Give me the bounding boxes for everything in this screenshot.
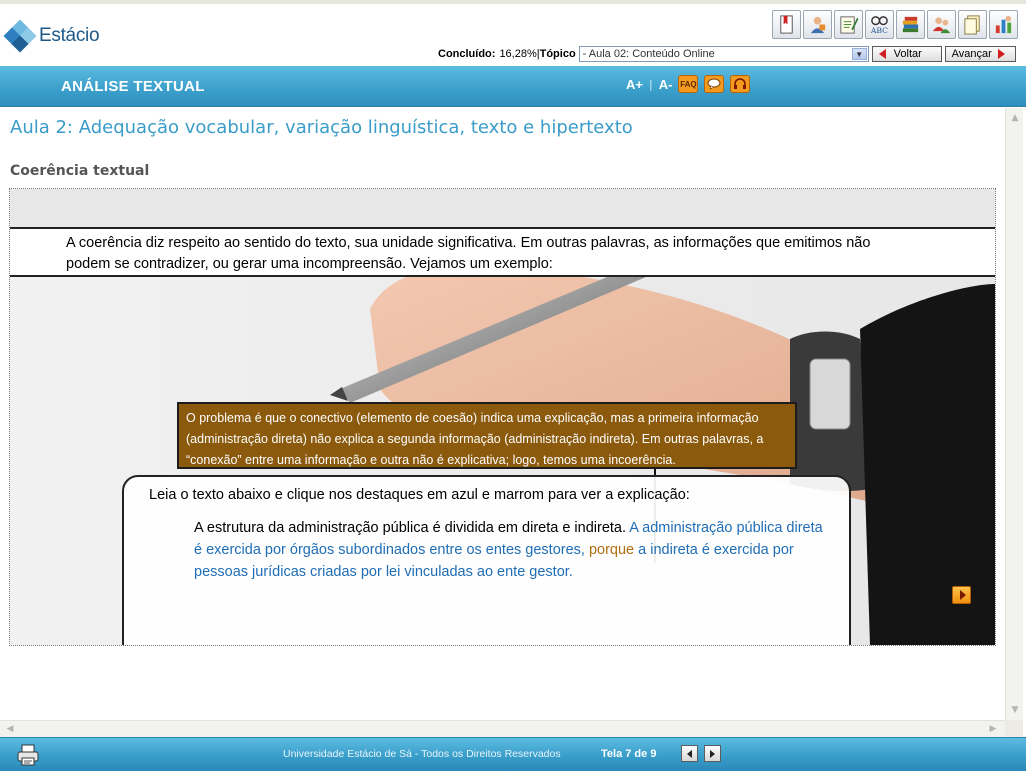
example-plain-text: A estrutura da administração pública é d… — [194, 520, 630, 536]
next-button-label: Avançar — [951, 48, 992, 60]
course-title: ANÁLISE TEXTUAL — [61, 78, 205, 95]
prev-arrow-icon — [687, 749, 692, 758]
intro-box: A coerência diz respeito ao sentido do t… — [10, 227, 995, 277]
example-panel: Leia o texto abaixo e clique nos destaqu… — [122, 475, 851, 645]
svg-text:ABC: ABC — [870, 26, 888, 35]
next-step-button[interactable] — [952, 586, 971, 604]
chevron-down-icon[interactable]: ▼ — [851, 48, 867, 60]
glossary-icon[interactable]: ABC — [865, 10, 894, 39]
previous-screen-button[interactable] — [681, 745, 698, 762]
top-header: Estácio ABC Concluído: 16,28% | Tópico -… — [0, 0, 1026, 66]
chat-icon[interactable] — [704, 75, 725, 93]
documents-icon[interactable] — [958, 10, 987, 39]
next-screen-button[interactable] — [704, 745, 721, 762]
font-increase-button[interactable]: A+ — [626, 77, 643, 92]
notes-icon[interactable] — [834, 10, 863, 39]
vertical-scrollbar[interactable]: ▲ ▼ — [1005, 108, 1023, 720]
library-icon[interactable] — [896, 10, 925, 39]
topic-select[interactable]: - Aula 02: Conteúdo Online ▼ — [578, 46, 869, 62]
screen-counter: Tela 7 de 9 — [601, 748, 657, 760]
next-button[interactable]: Avançar — [944, 46, 1016, 62]
accessibility-tools: A+ | A- FAQ — [626, 75, 751, 93]
arrow-left-icon — [878, 49, 886, 59]
lesson-stage: A coerência diz respeito ao sentido do t… — [9, 188, 996, 646]
back-button[interactable]: Voltar — [871, 46, 942, 62]
print-icon[interactable] — [16, 744, 40, 766]
font-decrease-button[interactable]: A- — [659, 77, 673, 92]
progress-row: Concluído: 16,28% | Tópico - Aula 02: Co… — [438, 46, 1016, 62]
faq-icon[interactable]: FAQ — [678, 75, 699, 93]
course-bar: ANÁLISE TEXTUAL A+ | A- FAQ — [0, 66, 1026, 107]
highlight-brown-conjunction[interactable]: porque — [589, 542, 634, 558]
reports-icon[interactable] — [989, 10, 1018, 39]
app-window: Estácio ABC Concluído: 16,28% | Tópico -… — [0, 0, 1026, 771]
logo-text: Estácio — [39, 25, 100, 46]
stage-top-band — [10, 189, 995, 227]
next-arrow-icon — [710, 749, 715, 758]
logo-diamond-icon — [3, 19, 37, 53]
scroll-down-icon[interactable]: ▼ — [1007, 702, 1023, 718]
headphones-icon[interactable] — [730, 75, 751, 93]
explanation-popup: O problema é que o conectivo (elemento d… — [177, 402, 797, 469]
intro-text: A coerência diz respeito ao sentido do t… — [66, 235, 871, 272]
scrollbar-corner — [1005, 720, 1023, 737]
completed-value: 16,28% — [499, 48, 537, 60]
back-button-label: Voltar — [893, 48, 922, 60]
bookmark-icon[interactable] — [772, 10, 801, 39]
footer-bar: Universidade Estácio de Sá - Todos os Di… — [0, 737, 1026, 771]
copyright-text: Universidade Estácio de Sá - Todos os Di… — [283, 748, 561, 760]
content-area: Aula 2: Adequação vocabular, variação li… — [0, 108, 1005, 720]
completed-label: Concluído: — [438, 48, 496, 60]
tools-toolbar: ABC — [772, 10, 1018, 39]
lesson-title: Aula 2: Adequação vocabular, variação li… — [10, 117, 633, 138]
topic-selected-value: - Aula 02: Conteúdo Online — [582, 48, 715, 60]
play-icon — [959, 590, 966, 600]
example-text: A estrutura da administração pública é d… — [194, 517, 824, 583]
forum-icon[interactable] — [927, 10, 956, 39]
instruction-text: Leia o texto abaixo e clique nos destaqu… — [149, 487, 690, 503]
horizontal-scrollbar[interactable]: ◀ ▶ — [0, 720, 1005, 737]
estacio-logo: Estácio — [3, 19, 100, 53]
arrow-right-icon — [997, 49, 1005, 59]
font-tools-separator: | — [648, 77, 653, 91]
scroll-right-icon[interactable]: ▶ — [985, 721, 1001, 737]
tutor-icon[interactable] — [803, 10, 832, 39]
section-title: Coerência textual — [10, 163, 150, 179]
scroll-up-icon[interactable]: ▲ — [1007, 110, 1023, 126]
scroll-left-icon[interactable]: ◀ — [2, 721, 18, 737]
topic-label: Tópico — [539, 48, 576, 60]
